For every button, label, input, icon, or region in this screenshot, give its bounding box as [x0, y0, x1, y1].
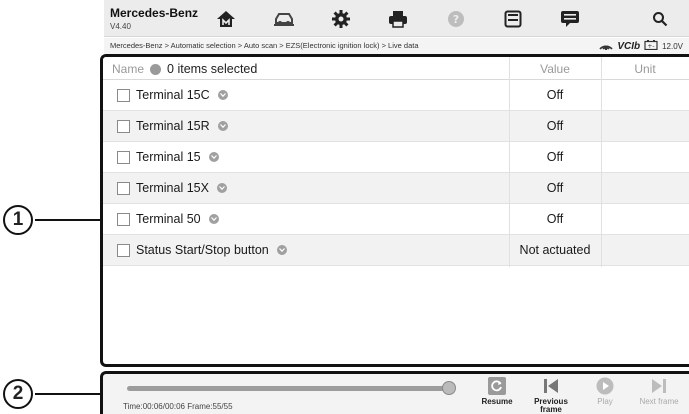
resume-label: Resume — [481, 397, 513, 406]
save-icon[interactable] — [500, 8, 526, 30]
svg-text:+-: +- — [647, 43, 654, 50]
help-icon[interactable]: ? — [443, 8, 469, 30]
row-name-cell: Terminal 15 — [117, 150, 219, 164]
row-name: Terminal 15C — [136, 88, 210, 102]
progress-track[interactable] — [127, 386, 449, 391]
time-frame-readout: Time:00:06/00:06 Frame:55/55 — [123, 402, 233, 411]
print-icon[interactable] — [385, 8, 411, 30]
play-button[interactable]: Play — [581, 376, 629, 406]
callout-1-leader — [35, 219, 100, 221]
chevron-down-icon[interactable] — [208, 152, 219, 162]
resume-button[interactable]: Resume — [473, 376, 521, 406]
row-value: Off — [546, 119, 564, 133]
name-header-label: Name — [112, 62, 145, 76]
next-frame-icon — [635, 376, 683, 396]
row-checkbox[interactable] — [117, 181, 130, 195]
row-checkbox[interactable] — [117, 88, 130, 102]
row-name-cell: Terminal 15C — [117, 88, 228, 102]
column-divider — [601, 57, 602, 267]
previous-frame-button[interactable]: Previous frame — [527, 376, 575, 414]
row-name-cell: Terminal 50 — [117, 212, 219, 226]
chevron-down-icon[interactable] — [217, 90, 228, 100]
play-label: Play — [597, 397, 613, 406]
breadcrumb: Mercedes-Benz > Automatic selection > Au… — [110, 41, 419, 50]
chevron-down-icon[interactable] — [217, 121, 228, 131]
row-value: Off — [546, 88, 564, 102]
message-icon[interactable] — [557, 8, 583, 30]
row-value: Off — [546, 212, 564, 226]
row-checkbox[interactable] — [117, 150, 130, 164]
settings-icon[interactable] — [328, 8, 354, 30]
home-icon[interactable] — [213, 8, 239, 30]
row-name: Terminal 15 — [136, 150, 201, 164]
callout-2-leader — [35, 393, 100, 395]
row-name: Terminal 15R — [136, 119, 210, 133]
callout-1: 1 — [3, 205, 33, 235]
row-name-cell: Terminal 15R — [117, 119, 228, 133]
vci-label: VCIb — [617, 40, 641, 52]
row-value: Off — [546, 181, 564, 195]
row-name: Terminal 50 — [136, 212, 201, 226]
voltage-readout: 12.0V — [662, 41, 683, 51]
previous-frame-icon — [527, 376, 575, 396]
row-name-cell: Terminal 15X — [117, 181, 227, 195]
next-frame-button[interactable]: Next frame — [635, 376, 683, 406]
chevron-down-icon[interactable] — [208, 214, 219, 224]
svg-text:?: ? — [453, 13, 459, 26]
playback-bar: Time:00:06/00:06 Frame:55/55 Resume Previ… — [100, 371, 689, 414]
live-data-panel: Name 0 items selected Value Unit Termina… — [100, 54, 689, 367]
chevron-down-icon[interactable] — [216, 183, 227, 193]
app-name: Mercedes-Benz — [110, 6, 199, 20]
selection-count: 0 items selected — [167, 62, 258, 76]
app-header: Mercedes-Benz V4.40 ? — [104, 0, 689, 37]
row-name-cell: Status Start/Stop button — [117, 243, 287, 257]
search-icon[interactable] — [647, 8, 673, 30]
column-divider — [509, 57, 510, 267]
unit-column-header: Unit — [634, 62, 656, 76]
app-version: V4.40 — [110, 22, 131, 31]
resume-icon — [473, 376, 521, 396]
previous-frame-label: Previous frame — [534, 397, 568, 414]
row-value: Not actuated — [519, 243, 591, 257]
battery-icon: +- — [644, 40, 658, 52]
callout-2: 2 — [3, 379, 33, 409]
next-frame-label: Next frame — [639, 397, 679, 406]
row-name: Status Start/Stop button — [136, 243, 269, 257]
sort-icon[interactable] — [150, 63, 162, 75]
signal-icon — [599, 40, 613, 52]
row-name: Terminal 15X — [136, 181, 209, 195]
connection-status: VCIb +- 12.0V — [599, 40, 683, 52]
chevron-down-icon[interactable] — [276, 245, 287, 255]
row-checkbox[interactable] — [117, 243, 130, 257]
row-checkbox[interactable] — [117, 119, 130, 133]
progress-knob[interactable] — [442, 381, 456, 395]
row-value: Off — [546, 150, 564, 164]
play-icon — [581, 376, 629, 396]
breadcrumb-bar: Mercedes-Benz > Automatic selection > Au… — [104, 38, 689, 54]
row-checkbox[interactable] — [117, 212, 130, 226]
name-column-header[interactable]: Name 0 items selected — [112, 62, 257, 76]
value-column-header: Value — [540, 62, 570, 76]
vehicle-icon[interactable] — [271, 8, 297, 30]
